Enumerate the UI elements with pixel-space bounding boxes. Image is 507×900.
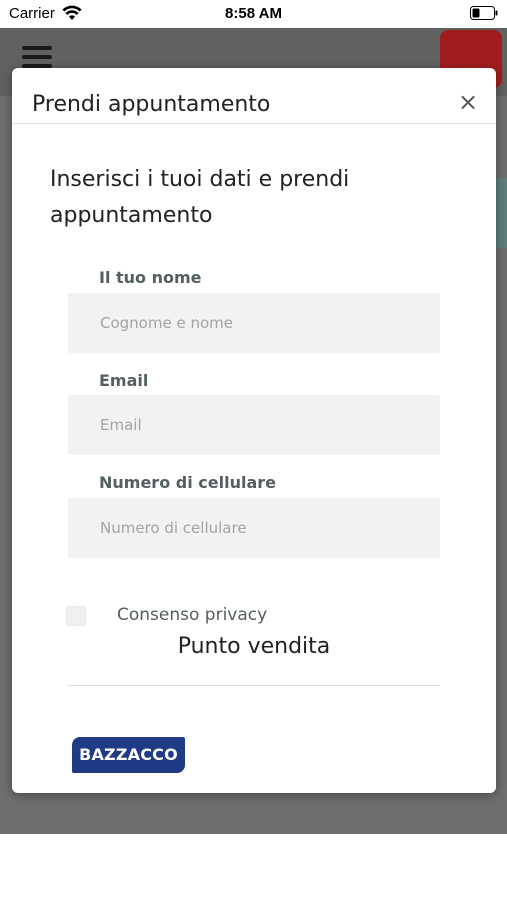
name-label: Il tuo nome	[99, 268, 202, 287]
phone-input[interactable]	[68, 498, 440, 558]
store-logo-bazzacco[interactable]: BAZZACCO	[72, 737, 185, 773]
intro-text: Inserisci i tuoi dati e prendi appuntame…	[50, 167, 350, 228]
modal-header: Prendi appuntamento ×	[12, 68, 496, 124]
page-bottom-area	[0, 834, 507, 900]
email-input[interactable]	[68, 395, 440, 455]
divider	[68, 685, 440, 686]
appointment-modal: Prendi appuntamento × Inserisci i tuoi d…	[12, 68, 496, 793]
phone-label: Numero di cellulare	[99, 473, 276, 492]
privacy-label[interactable]: Consenso privacy	[117, 605, 267, 625]
email-label: Email	[99, 371, 149, 390]
hamburger-icon[interactable]	[22, 46, 52, 68]
privacy-checkbox[interactable]	[66, 606, 86, 626]
store-heading: Punto vendita	[177, 634, 331, 659]
modal-title: Prendi appuntamento	[32, 92, 271, 117]
name-input[interactable]	[68, 293, 440, 353]
battery-icon	[470, 6, 498, 20]
clock-time: 8:58 AM	[225, 5, 282, 22]
close-icon[interactable]: ×	[456, 90, 480, 114]
status-bar: Carrier 8:58 AM	[0, 0, 507, 28]
